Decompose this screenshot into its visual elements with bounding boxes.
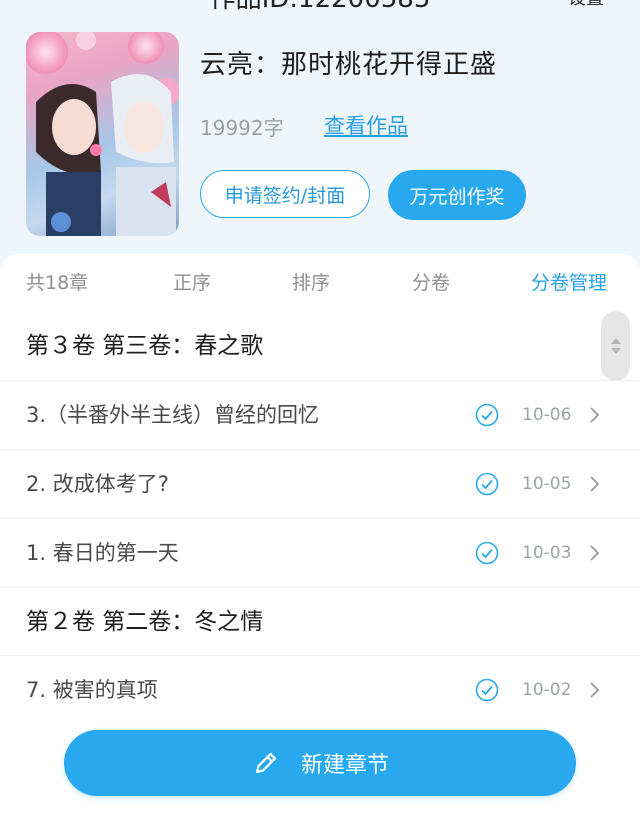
cover-illustration [26, 32, 179, 236]
pencil-icon [255, 752, 277, 774]
tab-sort[interactable]: 排序 [292, 268, 330, 295]
volume-header: 第３卷 第三卷：春之歌 [0, 312, 640, 380]
chapter-row[interactable]: 3.（半番外半主线）曾经的回忆 10-06 [0, 380, 640, 449]
volume-title: 第２卷 第二卷：冬之情 [26, 609, 264, 635]
volume-header: 第２卷 第二卷：冬之情 [0, 587, 640, 656]
new-chapter-button[interactable]: 新建章节 [64, 730, 576, 796]
new-chapter-label: 新建章节 [300, 753, 389, 778]
word-count: 19992字 [200, 116, 284, 140]
chapter-count-label: 共18章 [26, 272, 89, 294]
top-nav: 作品ID:12200585 设置 [0, 0, 640, 14]
chevron-right-icon [590, 407, 600, 423]
chevron-right-icon [590, 476, 600, 492]
apply-sign-cover-button[interactable]: 申请签约/封面 [200, 170, 370, 218]
chapter-row[interactable]: 2. 改成体考了? 10-05 [0, 449, 640, 518]
page-title: 作品ID:12200585 [0, 0, 640, 13]
chapter-date: 10-06 [522, 405, 572, 425]
tab-volume[interactable]: 分卷 [412, 268, 450, 295]
view-work-link[interactable]: 查看作品 [324, 110, 408, 140]
chevron-right-icon [590, 682, 600, 698]
chapter-title: 2. 改成体考了? [26, 472, 169, 496]
check-circle-icon [475, 403, 499, 427]
chapter-title: 1. 春日的第一天 [26, 541, 179, 565]
chapter-row[interactable]: 1. 春日的第一天 10-03 [0, 518, 640, 587]
book-title: 云亮：那时桃花开得正盛 [200, 50, 498, 80]
tab-order[interactable]: 正序 [173, 268, 211, 295]
check-circle-icon [475, 678, 499, 702]
check-circle-icon [475, 541, 499, 565]
chapter-toolbar: 共18章 正序 排序 分卷 分卷管理 [0, 268, 640, 298]
chapter-date: 10-03 [522, 543, 572, 563]
chapter-date: 10-05 [522, 474, 572, 494]
creation-award-button[interactable]: 万元创作奖 [388, 170, 526, 220]
book-cover[interactable] [26, 32, 179, 236]
settings-button[interactable]: 设置 [568, 0, 604, 11]
volume-title: 第３卷 第三卷：春之歌 [26, 333, 264, 359]
chapter-title: 3.（半番外半主线）曾经的回忆 [26, 403, 320, 427]
tab-volume-manage[interactable]: 分卷管理 [531, 268, 607, 295]
chevron-right-icon [590, 545, 600, 561]
check-circle-icon [475, 472, 499, 496]
